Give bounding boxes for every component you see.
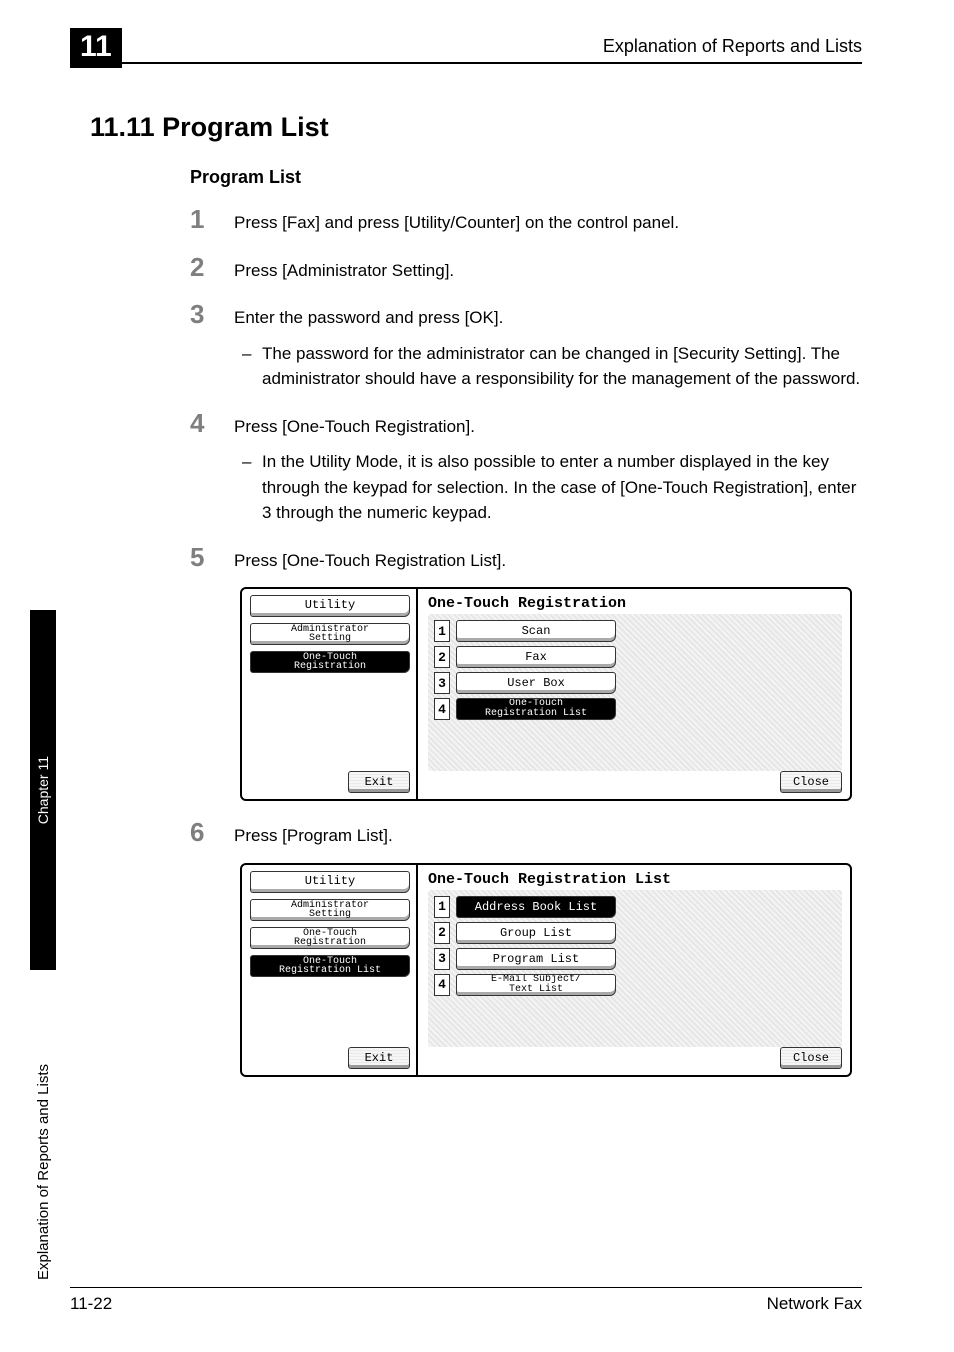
row-number: 2: [434, 922, 450, 944]
ss-nav-utility[interactable]: Utility: [250, 595, 410, 617]
screenshot-breadcrumb: Utility AdministratorSetting One-TouchRe…: [242, 589, 418, 799]
step-text-span: Press [One-Touch Registration].: [234, 417, 475, 436]
step-4: 4 Press [One-Touch Registration]. – In t…: [190, 410, 864, 526]
option-group-list[interactable]: Group List: [456, 922, 616, 944]
row-number: 1: [434, 620, 450, 642]
side-label: Explanation of Reports and Lists: [30, 660, 56, 1280]
exit-button[interactable]: Exit: [348, 1047, 410, 1069]
exit-button[interactable]: Exit: [348, 771, 410, 793]
page-number: 11-22: [70, 1294, 112, 1314]
option-fax[interactable]: Fax: [456, 646, 616, 668]
header-divider: [70, 62, 862, 64]
option-address-book-list[interactable]: Address Book List: [456, 896, 616, 918]
screenshot-main-panel: One-Touch Registration 1 Scan 2 Fax 3 Us…: [418, 589, 850, 799]
step-text: Press [One-Touch Registration List].: [234, 544, 864, 574]
screenshot-one-touch-registration-list: Utility AdministratorSetting One-TouchRe…: [240, 863, 852, 1077]
row-number: 4: [434, 974, 450, 996]
option-row-1: 1 Address Book List: [434, 896, 836, 918]
row-number: 3: [434, 948, 450, 970]
step-1: 1 Press [Fax] and press [Utility/Counter…: [190, 206, 864, 236]
option-row-3: 3 User Box: [434, 672, 836, 694]
option-email-subject-text-list[interactable]: E-Mail Subject/Text List: [456, 974, 616, 996]
step-text: Press [Administrator Setting].: [234, 254, 864, 284]
dash-icon: –: [234, 341, 262, 392]
row-number: 4: [434, 698, 450, 720]
step-number: 1: [190, 206, 234, 232]
row-number: 1: [434, 896, 450, 918]
substep-text: In the Utility Mode, it is also possible…: [262, 449, 864, 526]
substep: – In the Utility Mode, it is also possib…: [234, 449, 864, 526]
step-6: 6 Press [Program List].: [190, 819, 864, 849]
step-number: 2: [190, 254, 234, 280]
ss-nav-utility[interactable]: Utility: [250, 871, 410, 893]
option-program-list[interactable]: Program List: [456, 948, 616, 970]
row-number: 2: [434, 646, 450, 668]
section-heading: 11.11 Program List: [90, 112, 864, 143]
option-user-box[interactable]: User Box: [456, 672, 616, 694]
step-3: 3 Enter the password and press [OK]. – T…: [190, 301, 864, 392]
option-row-4: 4 One-TouchRegistration List: [434, 698, 836, 720]
screenshot-one-touch-registration: Utility AdministratorSetting One-TouchRe…: [240, 587, 852, 801]
screenshot-options: 1 Scan 2 Fax 3 User Box 4 One-TouchRegis…: [428, 614, 842, 771]
step-text: Press [Program List].: [234, 819, 864, 849]
close-button[interactable]: Close: [780, 1047, 842, 1069]
option-row-4: 4 E-Mail Subject/Text List: [434, 974, 836, 996]
option-row-2: 2 Fax: [434, 646, 836, 668]
step-text: Enter the password and press [OK]. – The…: [234, 301, 864, 392]
step-2: 2 Press [Administrator Setting].: [190, 254, 864, 284]
ss-nav-one-touch-registration[interactable]: One-TouchRegistration: [250, 651, 410, 673]
close-button[interactable]: Close: [780, 771, 842, 793]
option-row-2: 2 Group List: [434, 922, 836, 944]
running-header: Explanation of Reports and Lists: [603, 36, 862, 57]
ss-nav-admin-setting[interactable]: AdministratorSetting: [250, 623, 410, 645]
screenshot-options: 1 Address Book List 2 Group List 3 Progr…: [428, 890, 842, 1047]
row-number: 3: [434, 672, 450, 694]
footer-title: Network Fax: [767, 1294, 862, 1314]
screenshot-main-panel: One-Touch Registration List 1 Address Bo…: [418, 865, 850, 1075]
option-scan[interactable]: Scan: [456, 620, 616, 642]
step-number: 3: [190, 301, 234, 327]
steps-list: 1 Press [Fax] and press [Utility/Counter…: [190, 206, 864, 573]
dash-icon: –: [234, 449, 262, 526]
footer-divider: [70, 1287, 862, 1288]
step-text: Press [One-Touch Registration]. – In the…: [234, 410, 864, 526]
option-row-3: 3 Program List: [434, 948, 836, 970]
sub-heading: Program List: [190, 167, 864, 188]
step-5: 5 Press [One-Touch Registration List].: [190, 544, 864, 574]
step-number: 4: [190, 410, 234, 436]
substep: – The password for the administrator can…: [234, 341, 864, 392]
option-one-touch-registration-list[interactable]: One-TouchRegistration List: [456, 698, 616, 720]
screenshot-title: One-Touch Registration: [428, 595, 842, 612]
step-text-span: Enter the password and press [OK].: [234, 308, 503, 327]
steps-list-cont: 6 Press [Program List].: [190, 819, 864, 849]
ss-nav-one-touch-registration-list[interactable]: One-TouchRegistration List: [250, 955, 410, 977]
ss-nav-admin-setting[interactable]: AdministratorSetting: [250, 899, 410, 921]
screenshot-title: One-Touch Registration List: [428, 871, 842, 888]
option-row-1: 1 Scan: [434, 620, 836, 642]
screenshot-breadcrumb: Utility AdministratorSetting One-TouchRe…: [242, 865, 418, 1075]
step-text: Press [Fax] and press [Utility/Counter] …: [234, 206, 864, 236]
ss-nav-one-touch-registration[interactable]: One-TouchRegistration: [250, 927, 410, 949]
step-number: 6: [190, 819, 234, 845]
substep-text: The password for the administrator can b…: [262, 341, 864, 392]
side-label-text: Explanation of Reports and Lists: [35, 1064, 52, 1280]
step-number: 5: [190, 544, 234, 570]
